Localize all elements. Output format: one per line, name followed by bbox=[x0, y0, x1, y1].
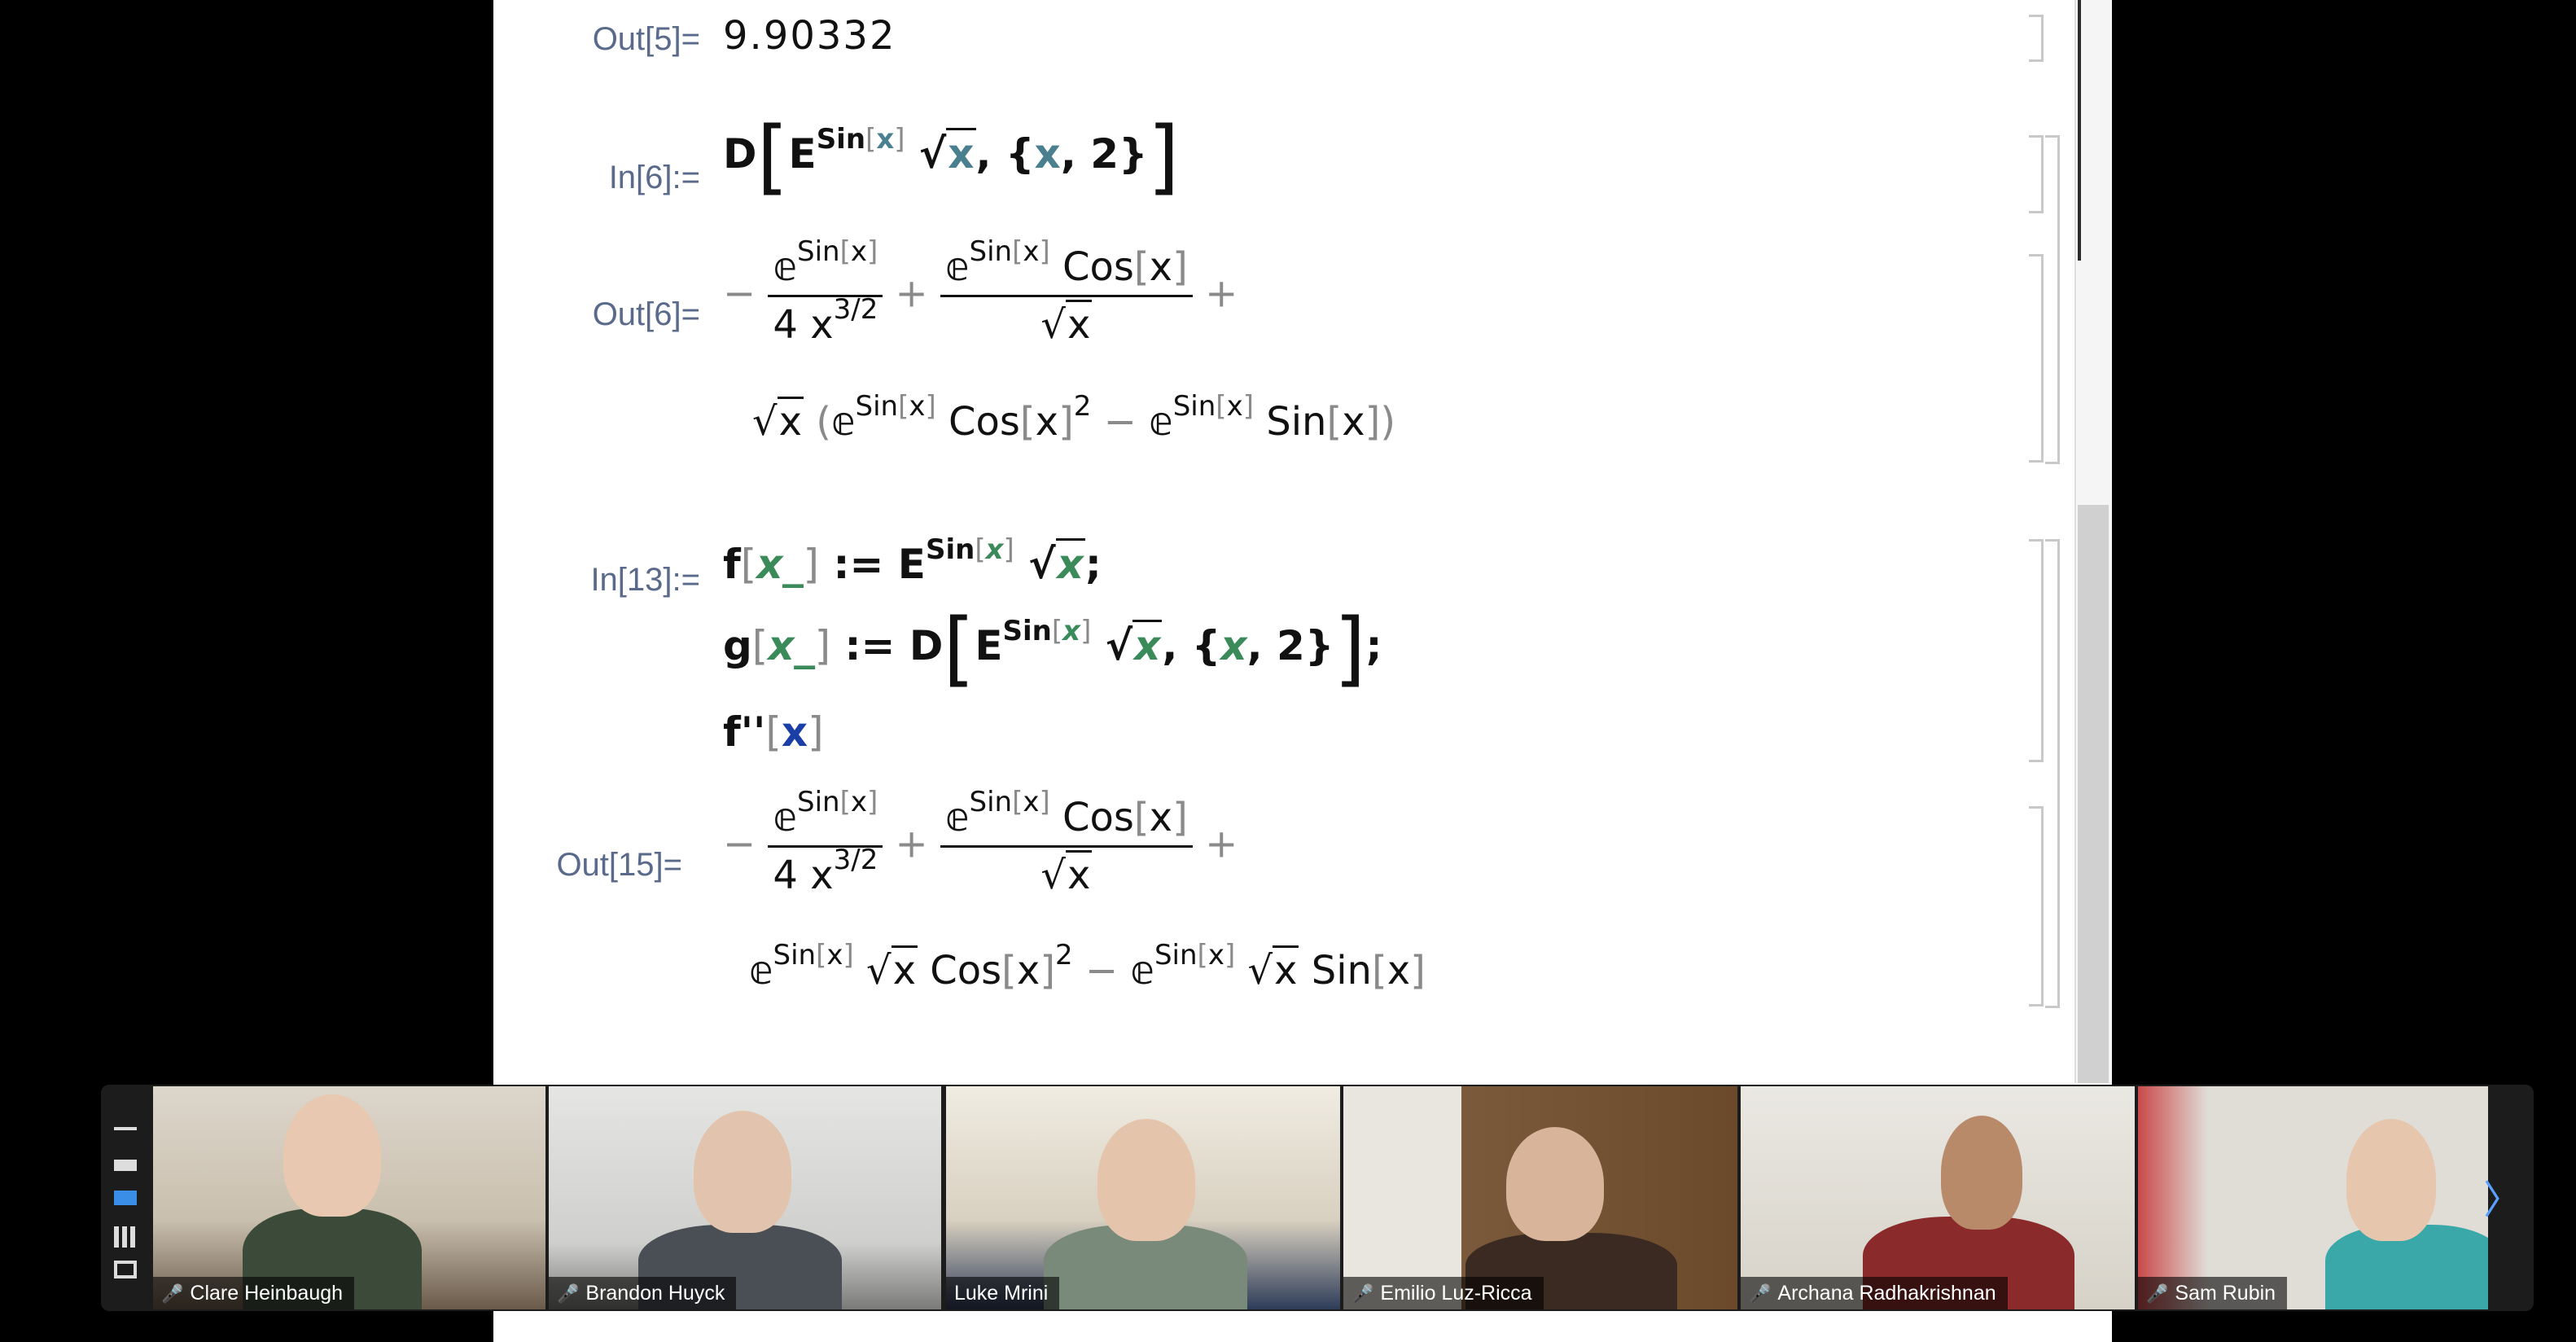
input-in6[interactable]: D[ESin[x] √x, {x, 2}] bbox=[723, 116, 1180, 197]
input-in13-line2[interactable]: g[x_] := D[ESin[x] √x, {x, 2}]; bbox=[723, 607, 1382, 689]
view-grid-icon[interactable] bbox=[114, 1226, 137, 1248]
cell-bracket[interactable] bbox=[2029, 806, 2044, 1006]
participant-name: 🎤 Brandon Huyck bbox=[549, 1277, 737, 1309]
minimize-icon[interactable] bbox=[114, 1127, 137, 1130]
output-out6-line2[interactable]: √x (𝕖Sin[x] Cos[x]2 − 𝕖Sin[x] Sin[x]) bbox=[752, 390, 1395, 445]
video-tile-active[interactable]: Luke Mrini bbox=[946, 1086, 1340, 1309]
scroll-track-thumb[interactable] bbox=[2078, 505, 2109, 1083]
video-tile[interactable]: 🎤 Clare Heinbaugh bbox=[153, 1086, 545, 1309]
output-out5[interactable]: 9.90332 bbox=[723, 13, 896, 59]
cell-label-out5: Out[5]= bbox=[592, 21, 700, 57]
input-in13-line3[interactable]: f''[x] bbox=[723, 708, 824, 756]
scroll-thumb[interactable] bbox=[2078, 0, 2081, 261]
participant-name: 🎤 Emilio Luz-Ricca bbox=[1343, 1277, 1544, 1309]
output-out15-line2[interactable]: 𝕖Sin[x] √x Cos[x]2 − 𝕖Sin[x] √x Sin[x] bbox=[749, 939, 1426, 993]
mic-muted-icon: 🎤 bbox=[1749, 1283, 1772, 1304]
deriv-op: D bbox=[723, 130, 757, 178]
video-tile[interactable]: 🎤 Emilio Luz-Ricca bbox=[1343, 1086, 1737, 1309]
video-tile[interactable]: 🎤 Archana Radhakrishnan bbox=[1741, 1086, 2135, 1309]
output-out6-line1[interactable]: − 𝕖Sin[x] 4 x3/2 + 𝕖Sin[x] Cos[x] √x + bbox=[723, 235, 1238, 348]
cell-label-out15: Out[15]= bbox=[556, 847, 682, 883]
view-single-icon[interactable] bbox=[114, 1160, 137, 1171]
participant-name: Luke Mrini bbox=[946, 1277, 1060, 1309]
view-strip-icon[interactable] bbox=[114, 1191, 137, 1205]
exp-x: x bbox=[876, 123, 895, 156]
view-toolbar bbox=[101, 1085, 151, 1311]
cell-label-in13: In[13]:= bbox=[590, 562, 700, 598]
participant-name: 🎤 Clare Heinbaugh bbox=[153, 1277, 355, 1309]
participant-name: 🎤 Archana Radhakrishnan bbox=[1741, 1277, 2008, 1309]
participant-name: 🎤 Sam Rubin bbox=[2138, 1277, 2288, 1309]
cell-bracket[interactable] bbox=[2029, 539, 2044, 762]
group-bracket[interactable] bbox=[2045, 135, 2060, 464]
group-bracket[interactable] bbox=[2045, 539, 2060, 1008]
view-float-icon[interactable] bbox=[114, 1261, 137, 1278]
sqrt-x: x bbox=[946, 128, 976, 178]
cell-label-in6: In[6]:= bbox=[608, 160, 700, 195]
var-x: x bbox=[1034, 130, 1061, 178]
mic-muted-icon: 🎤 bbox=[1352, 1283, 1374, 1304]
input-in13-line1[interactable]: f[x_] := ESin[x] √x; bbox=[723, 533, 1102, 588]
cell-bracket[interactable] bbox=[2029, 135, 2044, 213]
exp-sin: Sin bbox=[816, 123, 866, 156]
chevron-right-icon[interactable]: 〉 bbox=[2483, 1168, 2522, 1225]
output-out15-line1[interactable]: − 𝕖Sin[x] 4 x3/2 + 𝕖Sin[x] Cos[x] √x + bbox=[723, 786, 1238, 898]
cell-bracket[interactable] bbox=[2029, 15, 2044, 62]
video-tile[interactable]: 🎤 Brandon Huyck bbox=[549, 1086, 941, 1309]
mic-muted-icon: 🎤 bbox=[2146, 1283, 2169, 1304]
cell-label-out6: Out[6]= bbox=[592, 296, 700, 332]
mic-muted-icon: 🎤 bbox=[161, 1283, 184, 1304]
deriv-order: 2 bbox=[1090, 130, 1119, 178]
euler-e: E bbox=[788, 130, 817, 178]
cell-bracket[interactable] bbox=[2029, 254, 2044, 463]
video-tile[interactable]: 🎤 Sam Rubin bbox=[2138, 1086, 2488, 1309]
mic-muted-icon: 🎤 bbox=[557, 1283, 580, 1304]
